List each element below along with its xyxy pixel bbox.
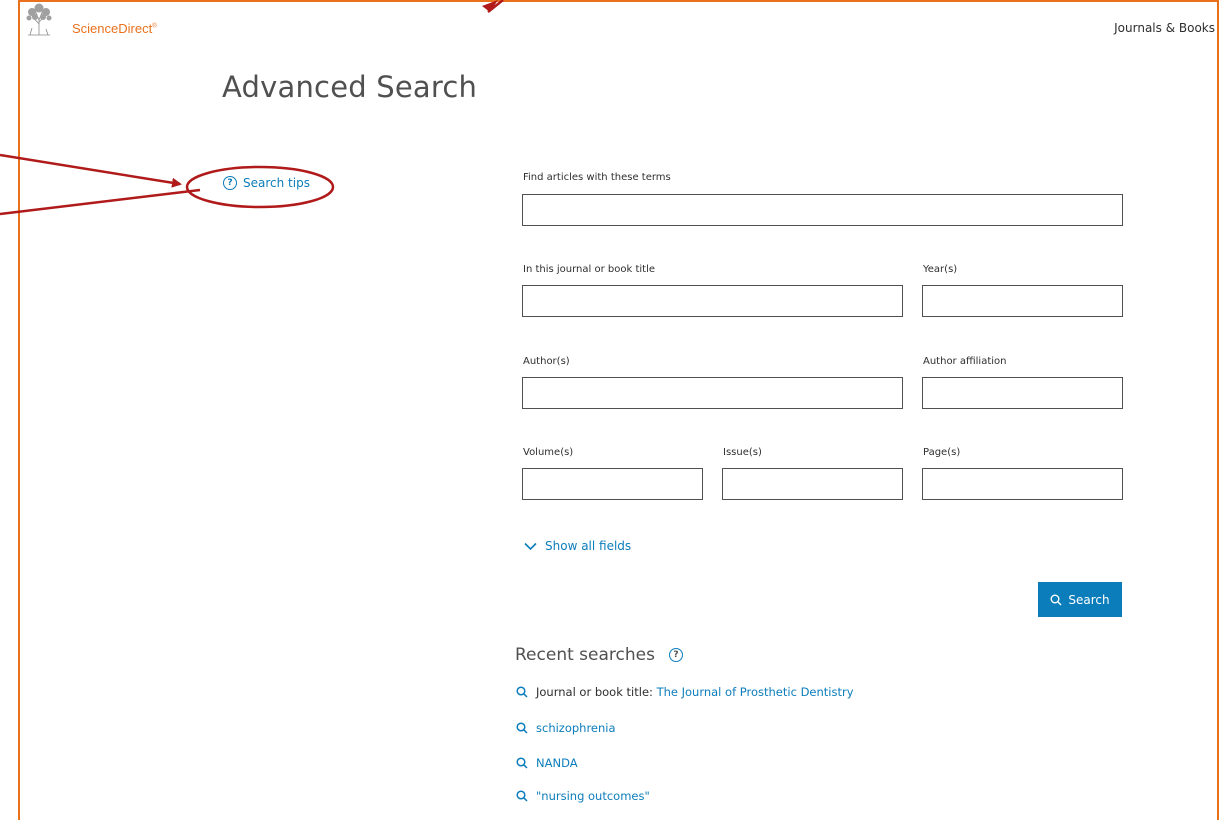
search-icon	[516, 757, 528, 769]
page-title: Advanced Search	[222, 70, 478, 104]
search-button-label: Search	[1068, 592, 1110, 607]
issue-input[interactable]	[722, 468, 903, 500]
search-icon	[516, 722, 528, 734]
affiliation-label: Author affiliation	[923, 356, 1007, 367]
recent-search-text: schizophrenia	[536, 721, 616, 735]
recent-search-item[interactable]: Journal or book title: The Journal of Pr…	[516, 685, 854, 699]
sciencedirect-logo[interactable]: ScienceDirect®	[72, 21, 157, 36]
author-input[interactable]	[522, 377, 903, 409]
journal-label: In this journal or book title	[523, 264, 655, 275]
chevron-down-icon	[524, 542, 537, 550]
search-icon	[516, 790, 528, 802]
show-all-fields-toggle[interactable]: Show all fields	[524, 539, 631, 553]
journals-books-link[interactable]: Journals & Books	[1114, 21, 1215, 35]
volume-label: Volume(s)	[523, 447, 574, 458]
search-tips-link[interactable]: ? Search tips	[223, 176, 310, 190]
author-label: Author(s)	[523, 356, 570, 367]
page-input[interactable]	[922, 468, 1123, 500]
elsevier-logo-icon[interactable]	[22, 2, 56, 36]
recent-search-prefix: Journal or book title:	[536, 685, 653, 699]
recent-search-text: NANDA	[536, 756, 578, 770]
question-circle-icon: ?	[223, 176, 237, 190]
search-icon	[516, 686, 528, 698]
recent-search-item[interactable]: NANDA	[516, 756, 578, 770]
recent-search-item[interactable]: schizophrenia	[516, 721, 616, 735]
recent-search-item[interactable]: "nursing outcomes"	[516, 789, 650, 803]
volume-input[interactable]	[522, 468, 703, 500]
show-all-fields-label: Show all fields	[545, 539, 632, 553]
brand-name: ScienceDirect	[72, 21, 153, 36]
journal-input[interactable]	[522, 285, 903, 317]
search-tips-label: Search tips	[243, 176, 310, 190]
search-icon	[1050, 594, 1062, 605]
issue-label: Issue(s)	[723, 447, 762, 458]
recent-search-text: The Journal of Prosthetic Dentistry	[656, 685, 854, 699]
recent-searches-label: Recent searches	[515, 645, 655, 665]
brand-trademark: ®	[152, 23, 157, 30]
search-button[interactable]: Search	[1038, 582, 1122, 617]
year-input[interactable]	[922, 285, 1123, 317]
affiliation-input[interactable]	[922, 377, 1123, 409]
terms-label: Find articles with these terms	[523, 172, 671, 183]
year-label: Year(s)	[923, 264, 958, 275]
page-label: Page(s)	[923, 447, 961, 458]
recent-search-text: "nursing outcomes"	[536, 789, 650, 803]
terms-input[interactable]	[522, 194, 1123, 226]
recent-help-icon[interactable]: ?	[668, 648, 683, 662]
recent-searches-heading: Recent searches ?	[515, 645, 683, 665]
